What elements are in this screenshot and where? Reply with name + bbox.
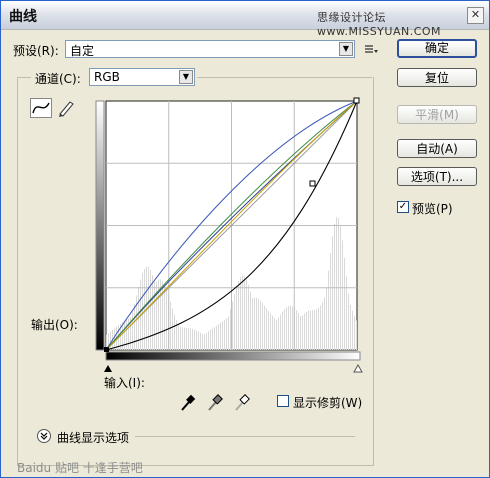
input-label: 输入(I): [104,376,145,390]
chevron-down-icon[interactable]: ▼ [339,42,353,56]
close-button[interactable]: ✕ [467,7,484,24]
title-bar: 曲线 思缘设计论坛 www.MISSYUAN.COM ✕ [1,1,489,38]
curve-tool-icon[interactable] [30,98,52,118]
show-clipping-label: 显示修剪(W) [293,396,363,410]
preview-label: 预览(P) [412,202,453,216]
site-watermark: 思缘设计论坛 www.MISSYUAN.COM [317,11,442,38]
preset-label: 预设(R): [13,44,59,58]
channel-value: RGB [94,70,120,84]
baidu-watermark: Baidu 贴吧 十逢手营吧 [17,461,143,475]
divider [135,436,355,437]
white-point-handle[interactable] [353,97,360,104]
white-input-slider[interactable] [353,363,363,373]
gray-point-eyedropper-icon[interactable] [206,393,224,413]
black-point-handle[interactable] [104,347,109,352]
footer-watermark: Baidu 贴吧 十逢手营吧 [1,455,489,477]
dialog-title: 曲线 [9,9,37,25]
show-clipping-checkbox[interactable] [277,395,289,407]
preview-checkbox[interactable]: ✓ [397,201,409,213]
group-border [17,77,31,78]
channel-label: 通道(C): [35,72,81,86]
auto-button[interactable]: 自动(A) [397,139,477,158]
curves-graph[interactable] [91,95,366,377]
reset-button[interactable]: 复位 [397,68,477,87]
preset-menu-icon[interactable] [363,42,379,56]
group-border [197,77,372,78]
input-gradient-bar [105,351,361,361]
preset-value: 自定 [70,44,95,58]
chevron-down-icon[interactable]: ▼ [179,70,193,84]
check-icon: ✓ [398,201,408,212]
pencil-tool-icon[interactable] [56,98,76,118]
channel-select[interactable]: RGB ▼ [89,68,195,86]
ok-button[interactable]: 确定 [397,39,477,58]
curve-control-point[interactable] [309,180,316,187]
preset-select[interactable]: 自定 ▼ [65,40,355,58]
curve-display-options-label: 曲线显示选项 [57,431,130,445]
expand-options-icon[interactable] [37,429,51,443]
white-point-eyedropper-icon[interactable] [233,393,251,413]
black-input-slider[interactable] [104,365,112,372]
black-point-eyedropper-icon[interactable] [179,393,197,413]
smooth-button[interactable]: 平滑(M) [397,105,477,124]
output-gradient-bar [95,100,105,351]
close-icon: ✕ [470,8,481,21]
output-label: 输出(O): [31,318,78,332]
options-button[interactable]: 选项(T)... [397,167,477,186]
curves-dialog: 曲线 思缘设计论坛 www.MISSYUAN.COM ✕ 预设(R): 自定 ▼… [0,0,490,478]
